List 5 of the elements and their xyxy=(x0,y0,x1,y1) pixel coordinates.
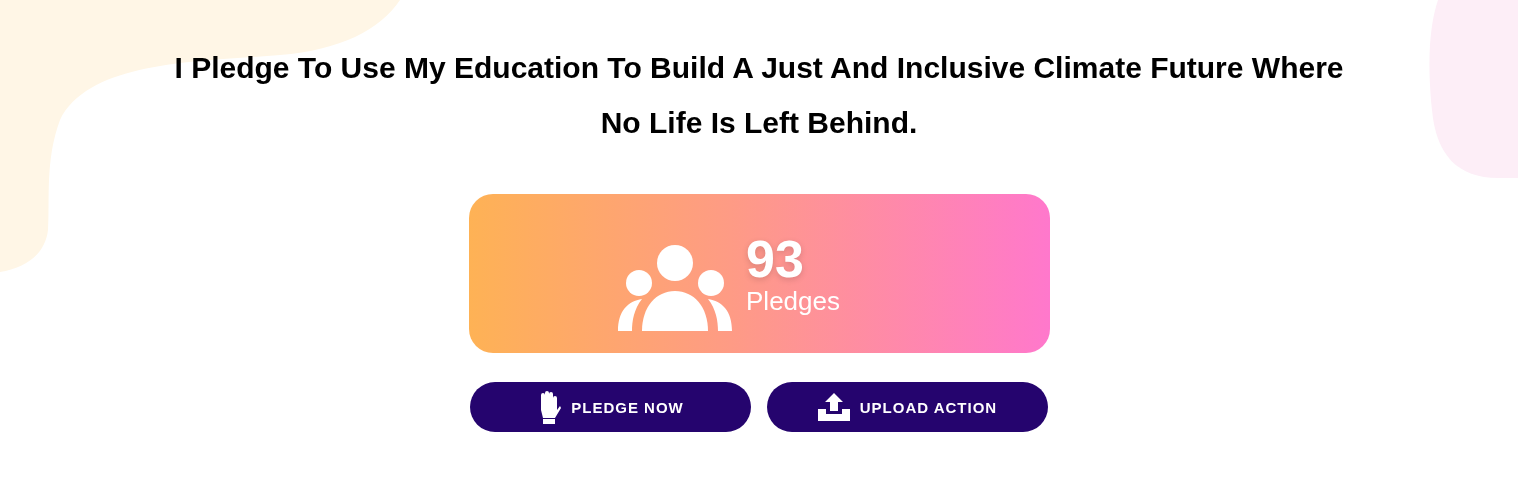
pledge-now-button[interactable]: PLEDGE NOW xyxy=(470,382,751,432)
pledge-heading: I Pledge To Use My Education To Build A Just And Inclusive Climate Future Where No Life Is Left Behind. xyxy=(173,50,1345,141)
pledge-count-label: Pledges xyxy=(746,285,840,316)
upload-action-button[interactable]: UPLOAD ACTION xyxy=(767,382,1048,432)
pledge-count: 93 xyxy=(746,231,805,286)
